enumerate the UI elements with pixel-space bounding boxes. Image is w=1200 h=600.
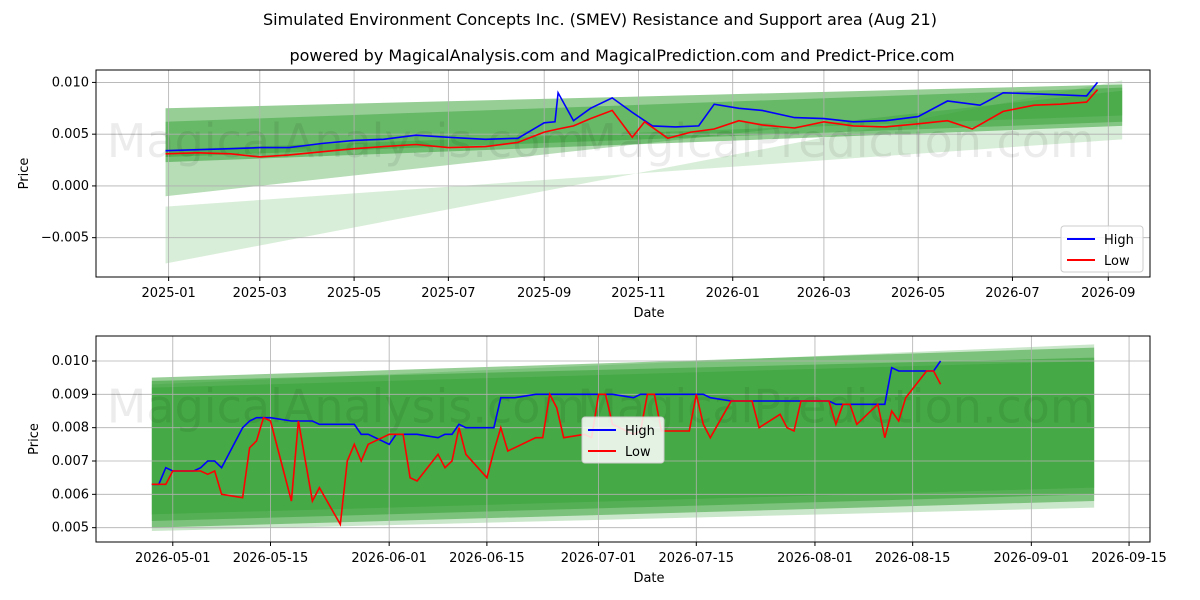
y-tick-label: 0.009 — [52, 387, 89, 402]
x-axis-label: Date — [633, 571, 664, 586]
x-tick-label: 2026-08-01 — [777, 551, 853, 566]
x-tick-label: 2025-01 — [141, 286, 195, 301]
y-tick-label: −0.005 — [41, 231, 89, 246]
x-tick-label: 2026-07-01 — [561, 551, 637, 566]
chart-title: Simulated Environment Concepts Inc. (SME… — [263, 10, 937, 29]
x-tick-label: 2025-11 — [611, 286, 665, 301]
legend-label: High — [1104, 233, 1134, 248]
y-tick-label: 0.000 — [52, 179, 89, 194]
x-axis-label: Date — [633, 306, 664, 321]
y-tick-label: 0.008 — [52, 421, 89, 436]
x-tick-label: 2026-09-15 — [1091, 551, 1167, 566]
x-tick-label: 2026-05-15 — [233, 551, 309, 566]
x-tick-label: 2026-03 — [797, 286, 851, 301]
y-tick-label: 0.006 — [52, 487, 89, 502]
y-tick-label: 0.005 — [52, 127, 89, 142]
legend-label: Low — [625, 445, 651, 460]
figure-canvas: Simulated Environment Concepts Inc. (SME… — [17, 10, 1167, 586]
x-tick-label: 2026-08-15 — [875, 551, 951, 566]
watermark-text: MagicalPrediction.com — [577, 114, 1095, 168]
y-tick-label: 0.007 — [52, 454, 89, 469]
x-tick-label: 2026-09-01 — [994, 551, 1070, 566]
top-chart: MagicalAnalysis.comMagicalPrediction.com… — [17, 69, 1151, 321]
x-tick-label: 2026-05 — [891, 286, 945, 301]
x-tick-label: 2026-06-01 — [351, 551, 427, 566]
y-tick-label: 0.005 — [52, 521, 89, 536]
bottom-chart: MagicalAnalysis.comMagicalPrediction.com… — [27, 335, 1167, 586]
x-tick-label: 2025-09 — [517, 286, 571, 301]
x-tick-label: 2026-05-01 — [135, 551, 211, 566]
x-tick-label: 2025-05 — [327, 286, 381, 301]
x-tick-label: 2025-03 — [233, 286, 287, 301]
x-tick-label: 2025-07 — [421, 286, 475, 301]
y-tick-label: 0.010 — [52, 75, 89, 90]
x-tick-label: 2026-07-15 — [659, 551, 735, 566]
x-tick-label: 2026-09 — [1081, 286, 1135, 301]
x-tick-label: 2026-07 — [985, 286, 1039, 301]
x-tick-label: 2026-06-15 — [449, 551, 525, 566]
chart-subtitle: powered by MagicalAnalysis.com and Magic… — [289, 46, 954, 65]
legend-label: High — [625, 424, 655, 439]
x-tick-label: 2026-01 — [706, 286, 760, 301]
y-axis-label: Price — [17, 158, 32, 190]
watermark-text: MagicalAnalysis.com — [107, 380, 586, 434]
legend-label: Low — [1104, 254, 1130, 269]
y-tick-label: 0.010 — [52, 354, 89, 369]
y-axis-label: Price — [27, 423, 42, 455]
